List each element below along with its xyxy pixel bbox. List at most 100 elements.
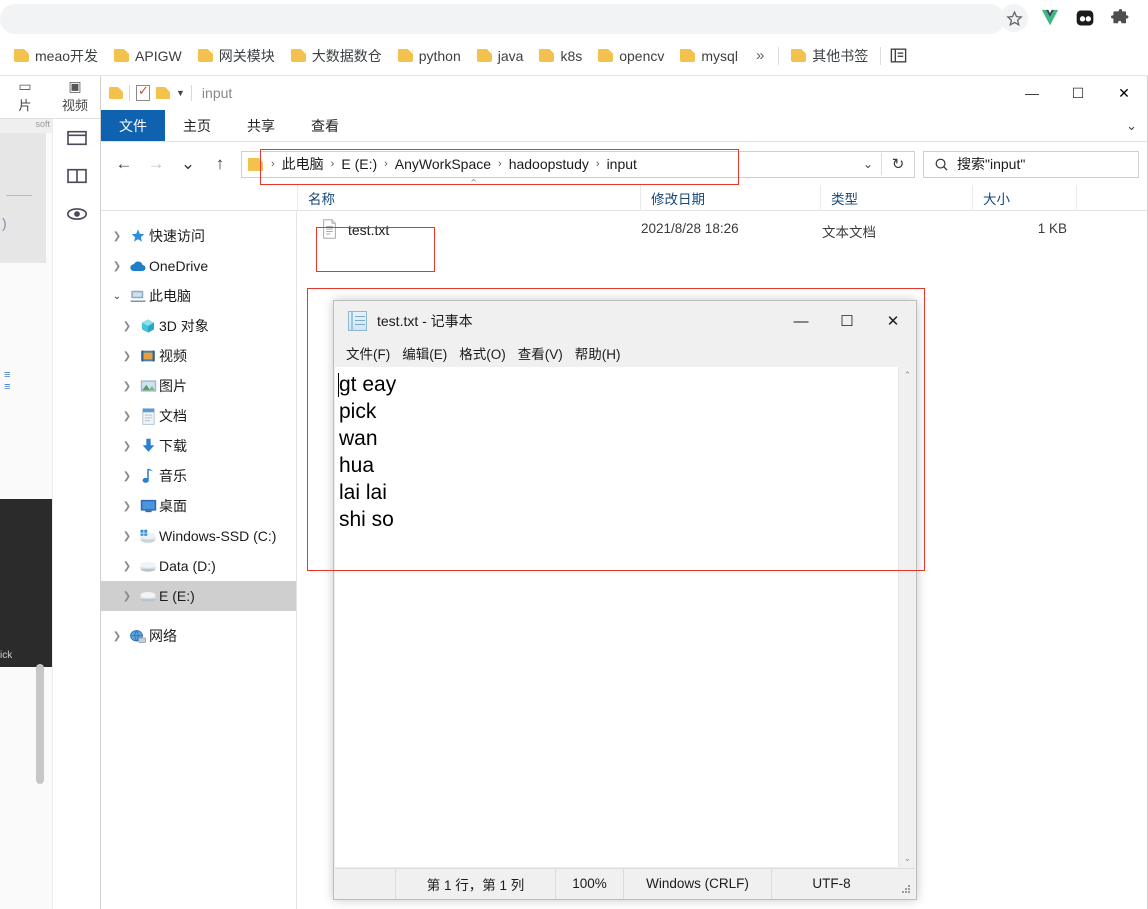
tree-item-documents[interactable]: ❯ 文档 bbox=[101, 401, 296, 431]
tree-item-this-pc[interactable]: ⌄ 此电脑 bbox=[101, 281, 296, 311]
bookmark-label: 大数据数仓 bbox=[311, 47, 382, 64]
up-button[interactable]: ↑ bbox=[205, 149, 235, 179]
background-tab-video[interactable]: ▣ 视频 bbox=[50, 76, 100, 118]
bookmark-item[interactable]: 网关模块 bbox=[190, 42, 283, 70]
column-header-name[interactable]: 名称 bbox=[297, 177, 640, 211]
chevron-right-icon[interactable]: ❯ bbox=[117, 411, 137, 422]
recent-locations-button[interactable]: ⌄ bbox=[173, 149, 203, 179]
tree-item-network[interactable]: ❯ 网络 bbox=[101, 621, 296, 651]
file-list-column-headers: 名称 修改日期 类型 大小 bbox=[101, 177, 1147, 211]
menu-view[interactable]: 查看(V) bbox=[518, 343, 563, 363]
bookmark-item[interactable]: python bbox=[390, 42, 469, 70]
vuejs-extension-icon[interactable] bbox=[1037, 5, 1063, 31]
properties-checklist-icon[interactable] bbox=[136, 83, 150, 101]
other-bookmarks-button[interactable]: 其他书签 bbox=[783, 42, 876, 70]
close-button[interactable]: ✕ bbox=[1101, 76, 1147, 110]
chevron-right-icon[interactable]: ❯ bbox=[117, 561, 137, 572]
background-scrollbar-thumb[interactable] bbox=[36, 664, 44, 784]
chevron-down-icon[interactable]: ⌄ bbox=[107, 291, 127, 302]
back-button[interactable]: ← bbox=[109, 149, 139, 179]
minimize-button[interactable]: — bbox=[778, 301, 824, 341]
chevron-right-icon[interactable]: ❯ bbox=[117, 471, 137, 482]
tree-item-data-d[interactable]: ❯ Data (D:) bbox=[101, 551, 296, 581]
background-tab-image[interactable]: ▭ 片 bbox=[0, 76, 50, 118]
chevron-right-icon[interactable]: ❯ bbox=[117, 441, 137, 452]
split-columns-icon[interactable] bbox=[53, 157, 100, 195]
bookmarks-overflow-button[interactable]: » bbox=[746, 47, 774, 64]
tree-item-quick-access[interactable]: ❯ 快速访问 bbox=[101, 221, 296, 251]
ribbon-tab-share[interactable]: 共享 bbox=[229, 110, 293, 141]
breadcrumb-item[interactable]: input bbox=[602, 156, 642, 172]
bookmark-star-icon[interactable] bbox=[1000, 4, 1028, 32]
tree-item-music[interactable]: ❯ 音乐 bbox=[101, 461, 296, 491]
explorer-title-bar: ▼ input — ☐ ✕ bbox=[101, 76, 1147, 110]
ribbon-tab-view[interactable]: 查看 bbox=[293, 110, 357, 141]
new-folder-icon[interactable] bbox=[156, 87, 170, 99]
resize-grip-icon[interactable] bbox=[900, 883, 912, 895]
file-name-cell[interactable]: test.txt bbox=[313, 214, 403, 246]
tree-item-desktop[interactable]: ❯ 桌面 bbox=[101, 491, 296, 521]
tree-item-3d-objects[interactable]: ❯ 3D 对象 bbox=[101, 311, 296, 341]
forward-button[interactable]: → bbox=[141, 149, 171, 179]
scroll-up-arrow-icon[interactable]: ⌃ bbox=[899, 367, 916, 384]
tree-item-onedrive[interactable]: ❯ OneDrive bbox=[101, 251, 296, 281]
breadcrumb-item[interactable]: AnyWorkSpace bbox=[390, 156, 496, 172]
chevron-right-icon[interactable]: ❯ bbox=[107, 261, 127, 272]
bookmark-item[interactable]: java bbox=[469, 42, 532, 70]
bookmark-item[interactable]: opencv bbox=[590, 42, 672, 70]
dark-extension-icon[interactable] bbox=[1072, 5, 1098, 31]
chevron-right-icon[interactable]: ❯ bbox=[107, 631, 127, 642]
chevron-right-icon[interactable]: ❯ bbox=[107, 231, 127, 242]
reading-list-icon[interactable] bbox=[889, 46, 909, 66]
refresh-button[interactable]: ↻ bbox=[882, 155, 914, 173]
panel-top-icon[interactable] bbox=[53, 119, 100, 157]
bookmark-label: mysql bbox=[701, 47, 738, 64]
chevron-right-icon[interactable]: ❯ bbox=[117, 381, 137, 392]
eye-preview-icon[interactable] bbox=[53, 195, 100, 233]
search-input[interactable]: 搜索"input" bbox=[923, 150, 1139, 178]
chevron-right-icon[interactable]: ❯ bbox=[117, 351, 137, 362]
scroll-down-arrow-icon[interactable]: ⌄ bbox=[899, 850, 916, 867]
notepad-vertical-scrollbar[interactable]: ⌃ ⌄ bbox=[898, 367, 915, 867]
column-header-type[interactable]: 类型 bbox=[820, 185, 972, 211]
notepad-text-area[interactable]: gt eay pick wan hua lai lai shi so ⌃ ⌄ bbox=[335, 367, 915, 867]
chevron-right-icon[interactable]: ❯ bbox=[117, 501, 137, 512]
breadcrumb-item[interactable]: 此电脑 bbox=[277, 154, 329, 174]
ribbon-tab-home[interactable]: 主页 bbox=[165, 110, 229, 141]
tree-item-e-drive[interactable]: ❯ E (E:) bbox=[101, 581, 296, 611]
breadcrumb-item[interactable]: E (E:) bbox=[336, 156, 382, 172]
tree-item-downloads[interactable]: ❯ 下载 bbox=[101, 431, 296, 461]
maximize-button[interactable]: ☐ bbox=[824, 301, 870, 341]
chevron-right-icon[interactable]: ❯ bbox=[117, 591, 137, 602]
tree-item-windows-ssd-c[interactable]: ❯ Windows-SSD (C:) bbox=[101, 521, 296, 551]
bookmark-item[interactable]: meao开发 bbox=[6, 42, 106, 70]
notepad-title-bar[interactable]: test.txt - 记事本 — ☐ ✕ bbox=[334, 301, 916, 341]
address-bar[interactable]: › 此电脑 › E (E:) › AnyWorkSpace › hadoopst… bbox=[241, 150, 915, 178]
maximize-button[interactable]: ☐ bbox=[1055, 76, 1101, 110]
extensions-puzzle-icon[interactable] bbox=[1107, 5, 1133, 31]
close-button[interactable]: ✕ bbox=[870, 301, 916, 341]
chevron-right-icon[interactable]: ❯ bbox=[117, 321, 137, 332]
ribbon-tab-file[interactable]: 文件 bbox=[101, 110, 165, 141]
bookmark-item[interactable]: APIGW bbox=[106, 42, 190, 70]
address-dropdown-icon[interactable]: ⌄ bbox=[855, 157, 881, 171]
tree-item-pictures[interactable]: ❯ 图片 bbox=[101, 371, 296, 401]
column-header-date[interactable]: 修改日期 bbox=[640, 185, 820, 211]
table-row[interactable]: test.txt 2021/8/28 18:26 文本文档 1 KB bbox=[297, 211, 1147, 249]
bookmark-item[interactable]: 大数据数仓 bbox=[283, 42, 390, 70]
chevron-down-icon[interactable]: ⌄ bbox=[1126, 110, 1137, 142]
menu-help[interactable]: 帮助(H) bbox=[575, 343, 621, 363]
minimize-button[interactable]: — bbox=[1009, 76, 1055, 110]
menu-file[interactable]: 文件(F) bbox=[346, 343, 390, 363]
chevron-right-icon[interactable]: ❯ bbox=[117, 531, 137, 542]
bookmark-item[interactable]: k8s bbox=[531, 42, 590, 70]
bookmark-item[interactable]: mysql bbox=[672, 42, 746, 70]
customize-caret-icon[interactable]: ▼ bbox=[176, 88, 185, 98]
column-header-size[interactable]: 大小 bbox=[972, 185, 1076, 211]
tree-item-videos[interactable]: ❯ 视频 bbox=[101, 341, 296, 371]
menu-edit[interactable]: 编辑(E) bbox=[402, 343, 447, 363]
menu-format[interactable]: 格式(O) bbox=[459, 343, 506, 363]
breadcrumb-item[interactable]: hadoopstudy bbox=[504, 156, 594, 172]
folder-icon[interactable] bbox=[109, 87, 123, 99]
navigation-tree: ❯ 快速访问 ❯ OneDrive ⌄ 此电脑 ❯ 3D 对象 ❯ 视频 ❯ 图… bbox=[101, 211, 296, 909]
